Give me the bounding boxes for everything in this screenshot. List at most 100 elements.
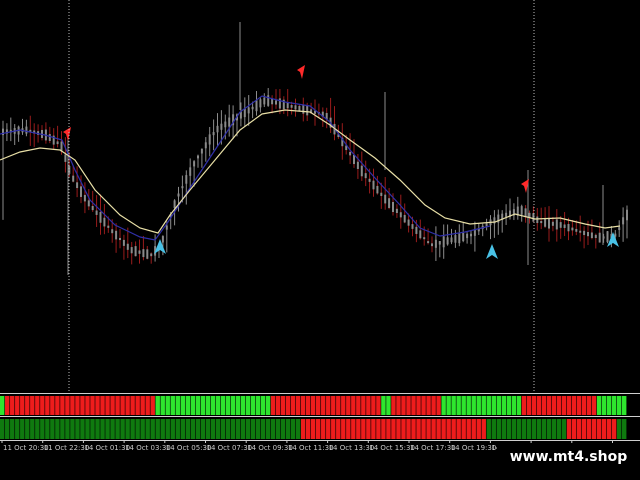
indicator-bar [185, 396, 191, 415]
candle-body [111, 229, 114, 234]
indicator-bar [175, 419, 180, 439]
indicator-bar [556, 419, 562, 439]
indicator-bar [321, 396, 326, 415]
indicator-bar [501, 419, 507, 439]
indicator-bar [371, 419, 376, 439]
indicator-bar [245, 419, 251, 439]
indicator-bar [531, 396, 537, 415]
candle-body [204, 142, 207, 149]
indicator-bar [75, 419, 80, 439]
candle-body [532, 213, 535, 222]
indicator-bar [285, 396, 291, 415]
indicator-bar [270, 396, 276, 415]
indicator-bar [396, 396, 401, 415]
indicator-bar [396, 419, 401, 439]
indicator-bar [611, 419, 617, 439]
indicator-bar [185, 419, 191, 439]
indicator-bar [10, 419, 15, 439]
indicator-bar [536, 396, 542, 415]
candle-body [626, 209, 628, 221]
indicator-bar [561, 396, 567, 415]
candle-body [200, 148, 203, 154]
indicator-bar [20, 419, 25, 439]
indicator-bar [466, 396, 471, 415]
candle-body [540, 220, 543, 224]
indicator-bar [331, 419, 336, 439]
indicator-bar [426, 396, 431, 415]
indicator-bar [80, 396, 85, 415]
indicator-bar [220, 419, 226, 439]
indicator-bar [180, 419, 185, 439]
indicator-bar [361, 419, 366, 439]
indicator-bar [596, 419, 602, 439]
candle-body [587, 232, 589, 237]
indicator-bar [431, 419, 436, 439]
indicator-bar [190, 419, 196, 439]
indicator-bar [391, 396, 396, 415]
candle-body [524, 208, 527, 218]
indicator-bar [195, 396, 201, 415]
indicator-bar [571, 419, 577, 439]
candle-body [356, 161, 359, 169]
indicator-bar [140, 396, 145, 415]
candle-body [275, 100, 277, 105]
indicator-bar [10, 396, 15, 415]
indicator-bar [280, 396, 286, 415]
indicator-bar [416, 396, 421, 415]
indicator-bar [90, 419, 95, 439]
candle-body [415, 226, 418, 234]
candle-body [193, 161, 196, 167]
indicator-bar [90, 396, 95, 415]
candle-body [485, 223, 488, 227]
candle-body [302, 104, 305, 114]
candle-body [177, 193, 180, 197]
indicator-bar [295, 396, 301, 415]
indicator-bar [155, 396, 160, 415]
indicator-bar [331, 396, 336, 415]
indicator-bar [150, 396, 155, 415]
candle-body [306, 105, 309, 116]
indicator-bar [601, 419, 607, 439]
indicator-bar [125, 396, 130, 415]
indicator-bar [591, 419, 597, 439]
candle-body [294, 105, 297, 110]
indicator-bar [60, 396, 65, 415]
indicator-bar [496, 396, 501, 415]
indicator-bar [145, 419, 150, 439]
indicator-bar [516, 419, 522, 439]
indicator-bar [471, 419, 476, 439]
indicator-bar [591, 396, 597, 415]
candle-body [407, 219, 410, 226]
indicator-bar [275, 419, 281, 439]
candle-body [87, 200, 90, 207]
indicator-bar [120, 419, 125, 439]
time-label: 14 Oct 19:30 [451, 444, 497, 452]
indicator-bar [586, 419, 592, 439]
candle-body [290, 105, 293, 108]
candle-body [544, 218, 547, 227]
candle-body [208, 134, 211, 145]
candle-body [399, 212, 402, 218]
candle-body [271, 98, 274, 105]
indicator-bar [566, 419, 572, 439]
indicator-bar [446, 396, 451, 415]
candle-body [618, 227, 621, 231]
indicator-bar [125, 419, 130, 439]
indicator-bar [526, 419, 532, 439]
time-label: 14 Oct 17:30 [410, 444, 456, 452]
price-chart[interactable]: 11 Oct 20:3011 Oct 22:3014 Oct 01:3014 O… [0, 0, 640, 480]
indicator-bar [265, 419, 271, 439]
indicator-bar [85, 419, 90, 439]
time-label: 14 Oct 09:30 [247, 444, 293, 452]
candle-body [138, 250, 141, 254]
indicator-bar [290, 419, 296, 439]
candle-body [146, 249, 149, 259]
indicator-bar [391, 419, 396, 439]
candle-body [446, 237, 449, 245]
indicator-bar [461, 419, 466, 439]
indicator-bar [105, 419, 110, 439]
candle-body [189, 167, 192, 176]
indicator-bar [386, 396, 391, 415]
indicator-bar [240, 396, 246, 415]
indicator-bar [376, 396, 381, 415]
